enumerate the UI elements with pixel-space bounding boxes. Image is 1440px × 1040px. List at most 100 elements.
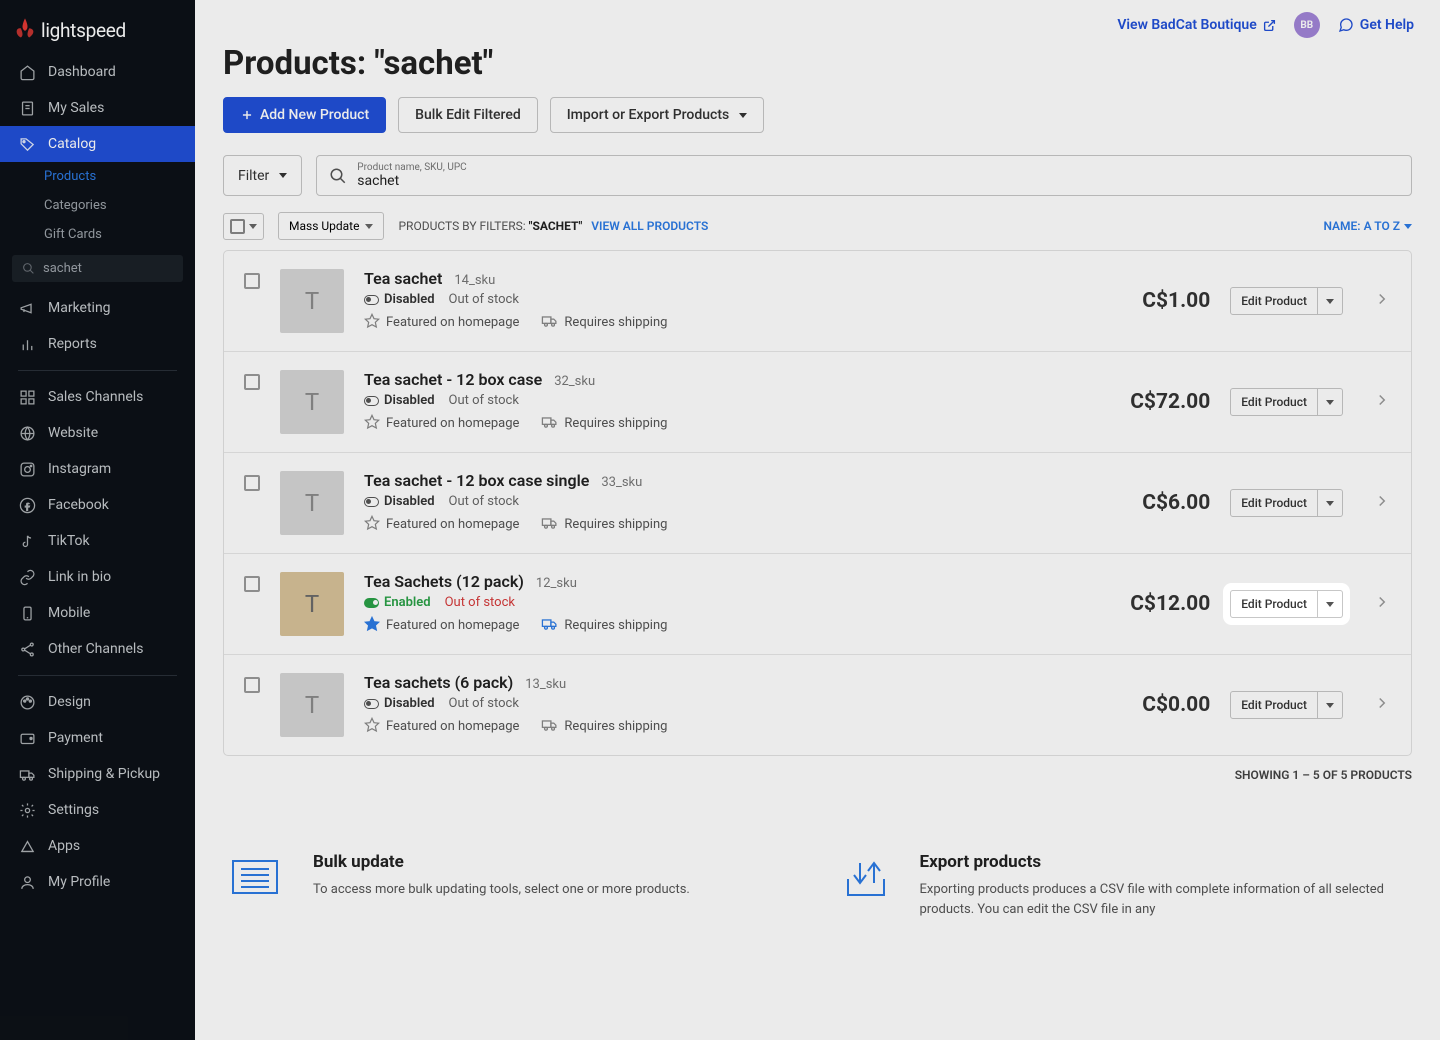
filter-button[interactable]: Filter: [223, 155, 302, 196]
mass-update-button[interactable]: Mass Update: [278, 212, 384, 240]
sidebar-item-my-profile[interactable]: My Profile: [0, 864, 195, 900]
chart-icon: [18, 335, 36, 353]
edit-product-caret[interactable]: [1318, 489, 1343, 517]
truck-icon: [541, 615, 558, 636]
row-expand[interactable]: [1373, 593, 1391, 615]
edit-product-button[interactable]: Edit Product: [1230, 489, 1318, 517]
edit-product-caret[interactable]: [1318, 590, 1343, 618]
product-name[interactable]: Tea sachet: [364, 269, 442, 288]
product-thumb[interactable]: T: [280, 673, 344, 737]
palette-icon: [18, 693, 36, 711]
sidebar-item-facebook[interactable]: Facebook: [0, 487, 195, 523]
promo-row: Bulk update To access more bulk updating…: [223, 852, 1412, 919]
row-checkbox[interactable]: [244, 273, 260, 289]
featured-meta: Featured on homepage: [364, 717, 519, 737]
sidebar-item-mobile[interactable]: Mobile: [0, 595, 195, 631]
product-name[interactable]: Tea sachets (6 pack): [364, 673, 513, 692]
get-help-link[interactable]: Get Help: [1338, 17, 1414, 33]
sidebar-item-payment[interactable]: Payment: [0, 720, 195, 756]
shipping-meta: Requires shipping: [541, 716, 667, 737]
product-thumb[interactable]: T: [280, 572, 344, 636]
sidebar-item-settings[interactable]: Settings: [0, 792, 195, 828]
toggle-icon: [364, 497, 379, 507]
featured-meta: Featured on homepage: [364, 515, 519, 535]
sidebar-item-design[interactable]: Design: [0, 684, 195, 720]
search-value: sachet: [357, 173, 466, 189]
export-promo: Export products Exporting products produ…: [838, 852, 1413, 919]
star-icon: [364, 515, 380, 535]
product-name[interactable]: Tea Sachets (12 pack): [364, 572, 524, 591]
view-all-link[interactable]: VIEW ALL PRODUCTS: [591, 219, 708, 233]
product-row: T Tea sachet 14_sku Disabled Out of stoc…: [224, 251, 1411, 352]
facebook-icon: [18, 496, 36, 514]
product-thumb[interactable]: T: [280, 471, 344, 535]
product-search-field[interactable]: Product name, SKU, UPC sachet: [316, 155, 1412, 196]
user-icon: [18, 873, 36, 891]
product-thumb[interactable]: T: [280, 269, 344, 333]
megaphone-icon: [18, 299, 36, 317]
sidebar-item-website[interactable]: Website: [0, 415, 195, 451]
product-name[interactable]: Tea sachet - 12 box case single: [364, 471, 589, 490]
sidebar-item-reports[interactable]: Reports: [0, 326, 195, 362]
edit-product-button[interactable]: Edit Product: [1230, 388, 1318, 416]
sidebar-item-catalog[interactable]: Catalog: [0, 126, 195, 162]
truck-icon: [541, 312, 558, 333]
view-store-link[interactable]: View BadCat Boutique: [1117, 17, 1275, 33]
logo[interactable]: lightspeed: [0, 0, 195, 54]
select-all-checkbox[interactable]: [223, 213, 264, 240]
sidebar-search[interactable]: sachet: [12, 255, 183, 282]
product-name[interactable]: Tea sachet - 12 box case: [364, 370, 542, 389]
chevron-down-icon: [249, 224, 257, 229]
star-icon: [364, 414, 380, 434]
sidebar-item-tiktok[interactable]: TikTok: [0, 523, 195, 559]
page-title: Products: "sachet": [223, 44, 1412, 83]
sort-dropdown[interactable]: NAME: A TO Z: [1323, 219, 1412, 233]
mobile-icon: [18, 604, 36, 622]
star-icon: [364, 313, 380, 333]
row-expand[interactable]: [1373, 492, 1391, 514]
wallet-icon: [18, 729, 36, 747]
sidebar-item-my-sales[interactable]: My Sales: [0, 90, 195, 126]
link-icon: [18, 568, 36, 586]
sidebar-item-other-channels[interactable]: Other Channels: [0, 631, 195, 667]
chevron-down-icon: [1326, 299, 1334, 304]
filter-summary: PRODUCTS BY FILTERS: "SACHET" VIEW ALL P…: [398, 219, 708, 233]
row-expand[interactable]: [1373, 290, 1391, 312]
import-export-button[interactable]: Import or Export Products: [550, 97, 764, 133]
sidebar-item-apps[interactable]: Apps: [0, 828, 195, 864]
sidebar-sub-gift-cards[interactable]: Gift Cards: [0, 220, 195, 249]
sidebar-search-value: sachet: [43, 261, 82, 276]
product-price: C$6.00: [1100, 491, 1210, 515]
row-checkbox[interactable]: [244, 475, 260, 491]
sidebar-item-instagram[interactable]: Instagram: [0, 451, 195, 487]
sidebar-item-dashboard[interactable]: Dashboard: [0, 54, 195, 90]
shipping-meta: Requires shipping: [541, 615, 667, 636]
edit-product-caret[interactable]: [1318, 691, 1343, 719]
sidebar-item-sales-channels[interactable]: Sales Channels: [0, 379, 195, 415]
product-thumb[interactable]: T: [280, 370, 344, 434]
product-price: C$0.00: [1100, 693, 1210, 717]
sidebar-item-shipping-pickup[interactable]: Shipping & Pickup: [0, 756, 195, 792]
edit-product-button[interactable]: Edit Product: [1230, 691, 1318, 719]
edit-product-button[interactable]: Edit Product: [1230, 287, 1318, 315]
row-expand[interactable]: [1373, 694, 1391, 716]
edit-product-caret[interactable]: [1318, 287, 1343, 315]
add-product-button[interactable]: Add New Product: [223, 97, 386, 133]
toggle-icon: [364, 699, 379, 709]
row-checkbox[interactable]: [244, 374, 260, 390]
edit-product-caret[interactable]: [1318, 388, 1343, 416]
row-checkbox[interactable]: [244, 576, 260, 592]
sidebar-sub-categories[interactable]: Categories: [0, 191, 195, 220]
avatar[interactable]: BB: [1294, 12, 1320, 38]
bulk-edit-button[interactable]: Bulk Edit Filtered: [398, 97, 538, 133]
sidebar-item-link-in-bio[interactable]: Link in bio: [0, 559, 195, 595]
stock-status: Out of stock: [445, 595, 515, 610]
sidebar-item-marketing[interactable]: Marketing: [0, 290, 195, 326]
sidebar-sub-products[interactable]: Products: [0, 162, 195, 191]
edit-product-button[interactable]: Edit Product: [1230, 590, 1318, 618]
chevron-down-icon: [279, 173, 287, 178]
row-expand[interactable]: [1373, 391, 1391, 413]
row-checkbox[interactable]: [244, 677, 260, 693]
receipt-icon: [18, 99, 36, 117]
search-icon: [22, 262, 35, 275]
